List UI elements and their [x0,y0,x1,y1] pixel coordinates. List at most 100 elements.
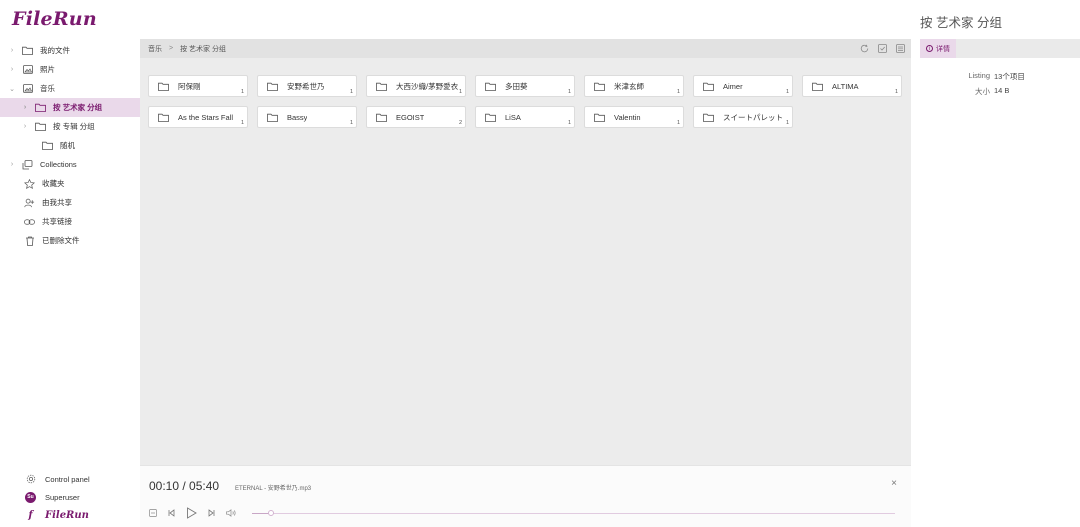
folder-name: 安野希世乃 [287,81,325,91]
folder-icon [376,82,387,91]
tab-details[interactable]: i 详情 [920,39,956,58]
star-icon [24,178,35,189]
details-listing-row: Listing 13个项目 [920,71,1080,81]
folder-tile[interactable]: ALTIMA 1 [802,75,902,97]
folder-item-count: 1 [676,120,680,126]
folder-tile[interactable]: 阿保剛 1 [148,75,248,97]
folder-icon [812,82,823,91]
folder-tile[interactable]: 米津玄師 1 [584,75,684,97]
sidebar-item-label: 随机 [60,141,75,150]
folder-tile[interactable]: As the Stars Fall 1 [148,106,248,128]
playlist-icon[interactable] [149,508,157,518]
folder-tile[interactable]: Aimer 1 [693,75,793,97]
footer-logo: f FileRun [0,506,140,524]
folder-icon [42,141,53,150]
breadcrumb-current[interactable]: 按 艺术家 分组 [180,44,226,54]
listing-value: 13个项目 [994,72,1025,81]
folder-tile[interactable]: Bassy 1 [257,106,357,128]
folder-tile[interactable]: 多田葵 1 [475,75,575,97]
sidebar-item-label: 按 专辑 分组 [53,122,95,131]
sidebar-item-label: 我的文件 [40,46,70,55]
breadcrumb-root[interactable]: 音乐 [148,44,162,54]
filerun-mark-icon: f [28,509,33,521]
sidebar-item-label: Collections [40,160,77,169]
chevron-right-icon[interactable]: › [7,161,17,168]
folder-item-count: 1 [240,89,244,95]
sidebar-item-collections[interactable]: › Collections [0,155,140,174]
seek-bar[interactable] [252,510,895,516]
folder-item-count: 1 [349,89,353,95]
next-track-icon[interactable] [208,508,215,518]
folder-icon [485,82,496,91]
folder-icon [703,113,714,122]
app-logo[interactable]: FileRun [12,8,97,30]
folder-name: Aimer [723,81,743,91]
folder-tile[interactable]: 安野希世乃 1 [257,75,357,97]
info-icon: i [926,45,933,52]
footer-logo-text: FileRun [45,509,89,521]
sidebar-item-label: 音乐 [40,84,55,93]
folder-name: ALTIMA [832,81,859,91]
view-mode-icon[interactable] [896,44,905,53]
folder-name: 米津玄師 [614,81,644,91]
chevron-right-icon[interactable]: › [20,123,30,130]
sidebar-item-by-artist[interactable]: › 按 艺术家 分组 [0,98,140,117]
folder-item-count: 1 [676,89,680,95]
sidebar-item-music[interactable]: ⌄ 音乐 [0,79,140,98]
volume-icon[interactable] [226,508,237,518]
player-track-name: ETERNAL - 安野希世乃.mp3 [235,486,312,492]
sidebar-item-label: 按 艺术家 分组 [53,103,103,112]
sidebar-item-my-files[interactable]: › 我的文件 [0,41,140,60]
sidebar-item-shared-by-me[interactable]: 由我共享 [0,193,140,212]
control-panel-label: Control panel [45,474,90,484]
play-icon[interactable] [186,507,197,519]
sidebar-item-by-album[interactable]: › 按 专辑 分组 [0,117,140,136]
details-title: 按 艺术家 分组 [920,16,1002,30]
sidebar-item-label: 由我共享 [42,198,72,207]
seek-handle[interactable] [268,510,275,516]
close-player-button[interactable]: × [891,478,897,489]
folder-tile[interactable]: 大西沙織/茅野愛衣 1 [366,75,466,97]
folder-tile[interactable]: EGOIST 2 [366,106,466,128]
breadcrumb-separator: > [169,45,174,52]
chevron-right-icon[interactable]: › [20,104,30,111]
folder-icon [22,46,33,55]
sidebar-item-photos[interactable]: › 照片 [0,60,140,79]
sidebar-item-random[interactable]: 随机 [0,136,140,155]
folder-name: As the Stars Fall [178,112,234,122]
size-key: 大小 [975,87,990,96]
folder-icon [594,82,605,91]
image-icon [22,65,33,74]
control-panel-link[interactable]: Control panel [0,470,140,488]
details-size-row: 大小 14 B [920,86,1080,96]
folder-tile[interactable]: Valentin 1 [584,106,684,128]
user-menu[interactable]: Su Superuser [0,488,140,506]
folder-item-count: 1 [349,120,353,126]
avatar: Su [25,491,36,503]
chevron-down-icon[interactable]: ⌄ [7,85,17,93]
user-share-icon [24,198,35,207]
folder-item-count: 1 [785,120,789,126]
folder-icon [376,113,387,122]
collections-icon [22,159,33,169]
tab-details-label: 详情 [936,45,950,53]
refresh-icon[interactable] [860,44,869,53]
folder-icon [158,82,169,91]
select-all-icon[interactable] [878,44,887,53]
chevron-right-icon[interactable]: › [7,66,17,73]
folder-item-count: 1 [567,89,571,95]
sidebar-nav: › 我的文件 › 照片 ⌄ 音乐 › 按 艺术家 分组 › 按 专辑 分组 随机… [0,41,140,250]
folder-icon [158,113,169,122]
folder-tile[interactable]: LiSA 1 [475,106,575,128]
chevron-right-icon[interactable]: › [7,47,17,54]
previous-track-icon[interactable] [168,508,175,518]
folder-tile[interactable]: スイートパレット 1 [693,106,793,128]
sidebar-item-label: 照片 [40,65,55,74]
sidebar-item-shared-links[interactable]: 共享链接 [0,212,140,231]
sidebar-item-favorites[interactable]: 收藏夹 [0,174,140,193]
audio-player: 00:10 / 05:40 ETERNAL - 安野希世乃.mp3 × [140,465,911,527]
folder-icon [35,103,46,112]
sidebar-item-trash[interactable]: 已删除文件 [0,231,140,250]
folder-icon [35,122,46,131]
details-panel: 按 艺术家 分组 i 详情 Listing 13个项目 大小 14 B [911,0,1080,527]
